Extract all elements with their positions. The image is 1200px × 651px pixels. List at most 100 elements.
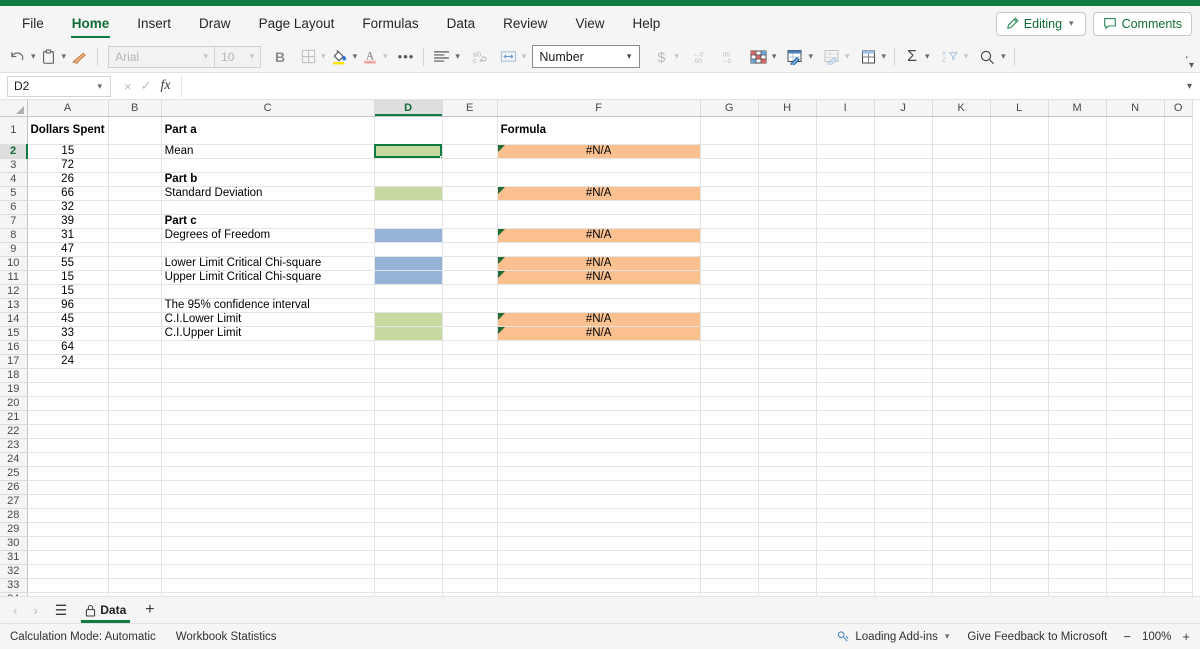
cell-N3[interactable] bbox=[1106, 158, 1165, 173]
row-header-33[interactable]: 33 bbox=[0, 578, 28, 593]
conditional-formatting-chevron-icon[interactable]: ▾ bbox=[770, 51, 779, 62]
row-header-12[interactable]: 12 bbox=[0, 284, 28, 299]
cell-B21[interactable] bbox=[108, 410, 162, 425]
cell-M28[interactable] bbox=[1048, 508, 1107, 523]
cell-B15[interactable] bbox=[108, 326, 162, 341]
cell-E21[interactable] bbox=[442, 410, 498, 425]
cell-G33[interactable] bbox=[700, 578, 759, 593]
cell-A29[interactable] bbox=[27, 522, 109, 537]
cell-J15[interactable] bbox=[874, 326, 933, 341]
cell-E8[interactable] bbox=[442, 228, 498, 243]
cell-M4[interactable] bbox=[1048, 172, 1107, 187]
cell-E24[interactable] bbox=[442, 452, 498, 467]
cell-I3[interactable] bbox=[816, 158, 875, 173]
cell-I9[interactable] bbox=[816, 242, 875, 257]
row-header-1[interactable]: 1 bbox=[0, 116, 28, 145]
cell-C31[interactable] bbox=[161, 550, 375, 565]
cell-I12[interactable] bbox=[816, 284, 875, 299]
cell-D5[interactable] bbox=[374, 186, 443, 201]
cell-M34[interactable] bbox=[1048, 592, 1107, 596]
fill-color-icon[interactable] bbox=[328, 44, 351, 70]
cell-M33[interactable] bbox=[1048, 578, 1107, 593]
cell-A33[interactable] bbox=[27, 578, 109, 593]
cell-J9[interactable] bbox=[874, 242, 933, 257]
row-header-24[interactable]: 24 bbox=[0, 452, 28, 467]
cell-G7[interactable] bbox=[700, 214, 759, 229]
cell-A34[interactable] bbox=[27, 592, 109, 596]
cell-J34[interactable] bbox=[874, 592, 933, 596]
row-header-32[interactable]: 32 bbox=[0, 564, 28, 579]
cell-B3[interactable] bbox=[108, 158, 162, 173]
cell-H18[interactable] bbox=[758, 368, 817, 383]
format-painter-icon[interactable] bbox=[68, 44, 91, 70]
cell-F10[interactable]: #N/A bbox=[497, 256, 701, 271]
cell-F17[interactable] bbox=[497, 354, 701, 369]
cell-D19[interactable] bbox=[374, 382, 443, 397]
cell-A11[interactable]: 15 bbox=[27, 270, 109, 285]
cell-F20[interactable] bbox=[497, 396, 701, 411]
cell-D20[interactable] bbox=[374, 396, 443, 411]
cell-M15[interactable] bbox=[1048, 326, 1107, 341]
cell-D22[interactable] bbox=[374, 424, 443, 439]
cell-J8[interactable] bbox=[874, 228, 933, 243]
row-header-19[interactable]: 19 bbox=[0, 382, 28, 397]
cell-I18[interactable] bbox=[816, 368, 875, 383]
font-size-chevron-icon[interactable]: ▾ bbox=[248, 51, 257, 62]
cell-F1[interactable]: Formula bbox=[497, 116, 701, 145]
cell-B13[interactable] bbox=[108, 298, 162, 313]
cell-F15[interactable]: #N/A bbox=[497, 326, 701, 341]
column-header-l[interactable]: L bbox=[990, 100, 1049, 117]
cell-A31[interactable] bbox=[27, 550, 109, 565]
font-size-field[interactable]: 10 ▾ bbox=[214, 46, 260, 67]
row-header-7[interactable]: 7 bbox=[0, 214, 28, 229]
cell-G8[interactable] bbox=[700, 228, 759, 243]
cell-E16[interactable] bbox=[442, 340, 498, 355]
cell-L3[interactable] bbox=[990, 158, 1049, 173]
cell-B26[interactable] bbox=[108, 480, 162, 495]
sort-filter-icon[interactable]: AZ bbox=[938, 44, 962, 70]
cell-K32[interactable] bbox=[932, 564, 991, 579]
cell-C3[interactable] bbox=[161, 158, 375, 173]
autosum-icon[interactable]: Σ bbox=[901, 44, 923, 70]
sheet-tab-data[interactable]: Data bbox=[77, 597, 134, 624]
cell-I4[interactable] bbox=[816, 172, 875, 187]
cell-J31[interactable] bbox=[874, 550, 933, 565]
cell-F18[interactable] bbox=[497, 368, 701, 383]
column-header-m[interactable]: M bbox=[1048, 100, 1107, 117]
cell-A18[interactable] bbox=[27, 368, 109, 383]
zoom-in-button[interactable]: + bbox=[1182, 629, 1190, 644]
ribbon-tab-file[interactable]: File bbox=[8, 6, 58, 41]
cell-G3[interactable] bbox=[700, 158, 759, 173]
undo-dropdown-chevron-icon[interactable]: ▾ bbox=[29, 51, 38, 62]
cell-L31[interactable] bbox=[990, 550, 1049, 565]
cell-N13[interactable] bbox=[1106, 298, 1165, 313]
cell-A6[interactable]: 32 bbox=[27, 200, 109, 215]
cell-L19[interactable] bbox=[990, 382, 1049, 397]
cell-L17[interactable] bbox=[990, 354, 1049, 369]
cell-N18[interactable] bbox=[1106, 368, 1165, 383]
cell-O10[interactable] bbox=[1164, 256, 1193, 271]
chevron-down-icon[interactable]: ▾ bbox=[1067, 18, 1076, 29]
cell-M18[interactable] bbox=[1048, 368, 1107, 383]
row-header-16[interactable]: 16 bbox=[0, 340, 28, 355]
cell-O28[interactable] bbox=[1164, 508, 1193, 523]
cell-A16[interactable]: 64 bbox=[27, 340, 109, 355]
cell-B18[interactable] bbox=[108, 368, 162, 383]
cell-H15[interactable] bbox=[758, 326, 817, 341]
error-indicator-icon[interactable] bbox=[497, 312, 505, 320]
ribbon-tab-view[interactable]: View bbox=[561, 6, 618, 41]
cell-J4[interactable] bbox=[874, 172, 933, 187]
cell-M24[interactable] bbox=[1048, 452, 1107, 467]
cell-I16[interactable] bbox=[816, 340, 875, 355]
cell-J19[interactable] bbox=[874, 382, 933, 397]
cell-B29[interactable] bbox=[108, 522, 162, 537]
cell-A2[interactable]: 15 bbox=[27, 144, 109, 159]
column-header-i[interactable]: I bbox=[816, 100, 875, 117]
cell-E34[interactable] bbox=[442, 592, 498, 596]
cell-K2[interactable] bbox=[932, 144, 991, 159]
cell-H11[interactable] bbox=[758, 270, 817, 285]
cell-A12[interactable]: 15 bbox=[27, 284, 109, 299]
number-format-chevron-icon[interactable]: ▾ bbox=[625, 51, 634, 62]
cell-C20[interactable] bbox=[161, 396, 375, 411]
cell-A19[interactable] bbox=[27, 382, 109, 397]
